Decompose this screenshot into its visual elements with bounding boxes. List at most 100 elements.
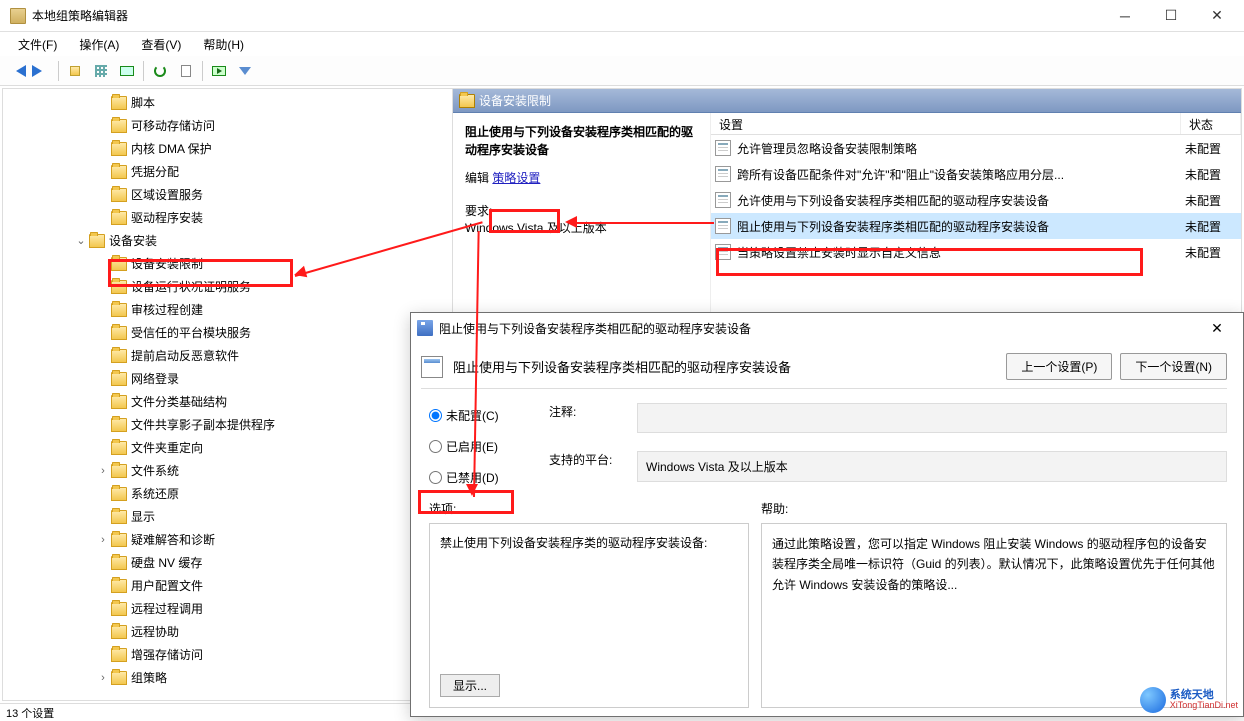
filmstrip-icon [120, 66, 134, 76]
refresh-button[interactable] [148, 59, 172, 83]
policy-icon [715, 192, 731, 208]
tree-item-label: 区域设置服务 [131, 186, 203, 203]
col-state[interactable]: 状态 [1181, 113, 1241, 134]
dialog-titlebar[interactable]: 阻止使用与下列设备安装程序类相匹配的驱动程序安装设备 ✕ [411, 313, 1243, 343]
tree-item[interactable]: 受信任的平台模块服务 [3, 321, 452, 344]
tree-item[interactable]: 远程协助 [3, 620, 452, 643]
settings-row[interactable]: 允许使用与下列设备安装程序类相匹配的驱动程序安装设备未配置 [711, 187, 1241, 213]
folder-icon [111, 464, 127, 478]
folder-icon [111, 533, 127, 547]
prev-setting-button[interactable]: 上一个设置(P) [1006, 353, 1112, 380]
folder-icon [111, 602, 127, 616]
tree-item-label: 远程过程调用 [131, 600, 203, 617]
comment-box[interactable] [637, 403, 1227, 433]
dialog-close-button[interactable]: ✕ [1197, 313, 1237, 343]
policy-icon [715, 166, 731, 182]
detail-header: 设备安装限制 [453, 89, 1241, 113]
col-setting[interactable]: 设置 [711, 113, 1181, 134]
radio-enabled[interactable]: 已启用(E) [429, 438, 529, 455]
menubar: 文件(F) 操作(A) 查看(V) 帮助(H) [0, 32, 1244, 56]
tree-item[interactable]: 文件夹重定向 [3, 436, 452, 459]
settings-row[interactable]: 当策略设置禁止安装时显示自定义信息未配置 [711, 239, 1241, 265]
film-button[interactable] [115, 59, 139, 83]
folder-up-icon [70, 66, 80, 76]
tree-item-label: 设备运行状况证明服务 [131, 278, 251, 295]
tree-item[interactable]: 文件分类基础结构 [3, 390, 452, 413]
settings-row[interactable]: 阻止使用与下列设备安装程序类相匹配的驱动程序安装设备未配置 [711, 213, 1241, 239]
tree-item-label: 显示 [131, 508, 155, 525]
close-button[interactable]: ✕ [1194, 0, 1240, 32]
menu-view[interactable]: 查看(V) [131, 34, 191, 55]
filter-button[interactable] [233, 59, 257, 83]
radio-unconfigured[interactable]: 未配置(C) [429, 407, 529, 424]
forward-button[interactable] [30, 59, 54, 83]
folder-icon [111, 326, 127, 340]
back-button[interactable] [4, 59, 28, 83]
tree-item[interactable]: ›文件系统 [3, 459, 452, 482]
folder-icon [111, 418, 127, 432]
maximize-button[interactable]: ☐ [1148, 0, 1194, 32]
radio-disabled-input[interactable] [429, 471, 442, 484]
tree-item[interactable]: 系统还原 [3, 482, 452, 505]
next-setting-button[interactable]: 下一个设置(N) [1120, 353, 1227, 380]
tree-item-label: 文件分类基础结构 [131, 393, 227, 410]
tree-item[interactable]: 用户配置文件 [3, 574, 452, 597]
tree-item[interactable]: 文件共享影子副本提供程序 [3, 413, 452, 436]
show-button[interactable]: 显示... [440, 674, 500, 697]
menu-file[interactable]: 文件(F) [8, 34, 67, 55]
tree-expander[interactable]: › [95, 534, 111, 546]
tree-item[interactable]: 显示 [3, 505, 452, 528]
dialog-policy-title: 阻止使用与下列设备安装程序类相匹配的驱动程序安装设备 [453, 357, 1006, 376]
tree-item-label: 内核 DMA 保护 [131, 140, 212, 157]
tree-item[interactable]: 设备运行状况证明服务 [3, 275, 452, 298]
tree-item[interactable]: ›疑难解答和诊断 [3, 528, 452, 551]
settings-row[interactable]: 允许管理员忽略设备安装限制策略未配置 [711, 135, 1241, 161]
play-button[interactable] [207, 59, 231, 83]
show-button-label: 显示... [453, 679, 487, 693]
tree-expander[interactable]: › [95, 672, 111, 684]
tree-item[interactable]: 硬盘 NV 缓存 [3, 551, 452, 574]
tree-item[interactable]: 网络登录 [3, 367, 452, 390]
tree-expander[interactable]: ⌄ [73, 234, 89, 247]
radio-enabled-input[interactable] [429, 440, 442, 453]
tree-item[interactable]: 区域设置服务 [3, 183, 452, 206]
folder-icon [111, 395, 127, 409]
refresh-icon [154, 65, 166, 77]
tree-item[interactable]: ⌄设备安装 [3, 229, 452, 252]
folder-icon [459, 94, 475, 108]
radio-unconfigured-input[interactable] [429, 409, 442, 422]
tree-item[interactable]: 远程过程调用 [3, 597, 452, 620]
tree-item[interactable]: 审核过程创建 [3, 298, 452, 321]
grid-button[interactable] [89, 59, 113, 83]
tree-item[interactable]: 设备安装限制 [3, 252, 452, 275]
menu-help[interactable]: 帮助(H) [193, 34, 254, 55]
list-header: 设置 状态 [711, 113, 1241, 135]
tree-item[interactable]: 驱动程序安装 [3, 206, 452, 229]
requirements-value: Windows Vista 及以上版本 [465, 219, 698, 236]
settings-row[interactable]: 跨所有设备匹配条件对"允许"和"阻止"设备安装策略应用分层...未配置 [711, 161, 1241, 187]
requirements-label: 要求: [465, 202, 698, 219]
tree-item[interactable]: ›组策略 [3, 666, 452, 689]
tree-item[interactable]: 增强存储访问 [3, 643, 452, 666]
edit-label: 编辑 [465, 171, 489, 185]
settings-row-label: 允许使用与下列设备安装程序类相匹配的驱动程序安装设备 [737, 192, 1049, 209]
tree-item[interactable]: 可移动存储访问 [3, 114, 452, 137]
tree-item[interactable]: 凭据分配 [3, 160, 452, 183]
tree-item[interactable]: 提前启动反恶意软件 [3, 344, 452, 367]
tree-item[interactable]: 内核 DMA 保护 [3, 137, 452, 160]
radio-disabled[interactable]: 已禁用(D) [429, 469, 529, 486]
separator [58, 61, 59, 81]
tree-item-label: 凭据分配 [131, 163, 179, 180]
tree-item-label: 审核过程创建 [131, 301, 203, 318]
policy-setting-link[interactable]: 策略设置 [492, 171, 540, 185]
minimize-button[interactable]: ─ [1102, 0, 1148, 32]
tree-expander[interactable]: › [95, 465, 111, 477]
policy-dialog: 阻止使用与下列设备安装程序类相匹配的驱动程序安装设备 ✕ 阻止使用与下列设备安装… [410, 312, 1244, 717]
folder-icon [111, 165, 127, 179]
export-button[interactable] [174, 59, 198, 83]
menu-action[interactable]: 操作(A) [69, 34, 129, 55]
tree-panel[interactable]: 脚本可移动存储访问内核 DMA 保护凭据分配区域设置服务驱动程序安装⌄设备安装设… [3, 89, 453, 700]
window-controls: ─ ☐ ✕ [1102, 0, 1240, 32]
tree-item[interactable]: 脚本 [3, 91, 452, 114]
up-button[interactable] [63, 59, 87, 83]
